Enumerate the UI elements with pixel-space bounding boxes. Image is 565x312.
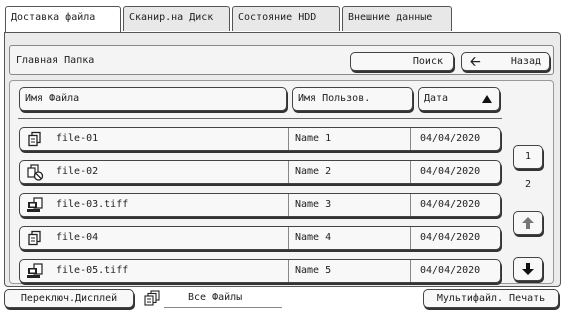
file-user: Name 3 [288,194,410,216]
column-header-date-label: Дата [424,93,449,104]
file-name: file-04 [56,232,99,243]
file-date: 04/04/2020 [410,260,500,282]
file-name: file-01 [56,133,99,144]
file-date: 04/04/2020 [410,128,500,150]
column-header-date[interactable]: Дата [418,87,500,111]
file-name: file-03.tiff [56,199,129,210]
all-files-icon [144,290,160,306]
column-header-file-name[interactable]: Имя Файла [19,87,287,111]
file-name: file-05.tiff [56,265,129,276]
file-user: Name 5 [288,260,410,282]
file-date: 04/04/2020 [410,161,500,183]
arrow-down-icon [522,263,534,275]
tab-scan-to-disk[interactable]: Сканир.на Диск [123,6,230,31]
tab-hdd-status[interactable]: Состояние HDD [232,6,340,31]
back-button-label: Назад [510,56,541,67]
page-down-button[interactable] [513,257,543,281]
file-row[interactable]: file-01 Name 1 04/04/2020 [19,127,501,151]
copy-forbidden-icon [27,164,44,181]
file-row[interactable]: file-02 Name 2 04/04/2020 [19,160,501,184]
folder-bar: Главная Папка Поиск 🡠 Назад [9,45,554,75]
file-user: Name 1 [288,128,410,150]
multi-file-print-button[interactable]: Мультифайл. Печать [423,289,559,308]
file-user: Name 4 [288,227,410,249]
sort-ascending-icon [482,95,492,103]
file-user: Name 2 [288,161,410,183]
computer-document-icon [27,197,43,212]
arrow-up-icon [522,217,534,229]
file-row[interactable]: file-03.tiff Name 3 04/04/2020 [19,193,501,217]
copy-document-icon [28,131,41,147]
current-page-button[interactable]: 1 [513,145,543,169]
header-divider [18,118,502,119]
file-filter-select[interactable]: Все Файлы [164,289,282,308]
current-folder: Главная Папка [16,55,95,66]
file-row[interactable]: file-05.tiff Name 5 04/04/2020 [19,259,501,283]
tab-file-delivery[interactable]: Доставка файла [5,6,121,33]
file-name: file-02 [56,166,99,177]
file-panel: Главная Папка Поиск 🡠 Назад Имя Файла Им… [4,32,561,287]
back-button[interactable]: 🡠 Назад [461,52,550,71]
file-list: Имя Файла Имя Пользов. Дата file-01 Name… [9,80,554,284]
computer-document-icon [27,263,43,278]
column-header-user-name[interactable]: Имя Пользов. [292,87,413,111]
file-date: 04/04/2020 [410,194,500,216]
footer-bar: Переключ.Дисплей Все Файлы Мультифайл. П… [4,289,561,309]
search-button[interactable]: Поиск [350,52,454,71]
switch-display-button[interactable]: Переключ.Дисплей [4,289,134,308]
left-arrow-icon: 🡠 [470,55,481,70]
file-row[interactable]: file-04 Name 4 04/04/2020 [19,226,501,250]
page-up-button[interactable] [513,211,543,235]
file-date: 04/04/2020 [410,227,500,249]
total-pages: 2 [524,179,532,190]
copy-document-icon [28,230,41,246]
tab-bar: Доставка файла Сканир.на Диск Состояние … [5,6,452,33]
tab-external-data[interactable]: Внешние данные [342,6,452,31]
